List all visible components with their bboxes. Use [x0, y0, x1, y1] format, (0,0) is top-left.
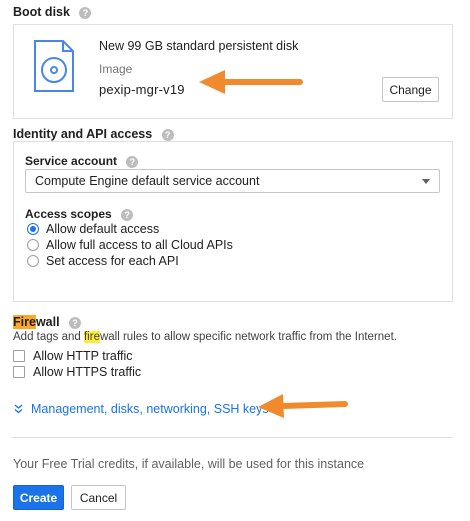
image-name: pexip-mgr-v19 [99, 82, 185, 97]
boot-disk-title: Boot disk [13, 5, 70, 19]
boot-disk-heading: Boot disk ? [13, 5, 92, 19]
scope-option-default[interactable]: Allow default access [27, 222, 159, 236]
cancel-button[interactable]: Cancel [71, 485, 126, 510]
scope-option-label: Allow default access [46, 222, 160, 236]
service-account-value: Compute Engine default service account [35, 174, 260, 188]
change-button[interactable]: Change [382, 77, 439, 102]
allow-http-option[interactable]: Allow HTTP traffic [13, 349, 133, 363]
service-account-heading: Service account ? [25, 154, 139, 168]
firewall-desc-text: Add tags and [13, 331, 84, 343]
help-icon[interactable]: ? [126, 155, 139, 168]
scope-option-label: Set access for each API [46, 254, 179, 268]
allow-https-option[interactable]: Allow HTTPS traffic [13, 365, 141, 379]
radio-button[interactable] [27, 239, 39, 251]
help-icon[interactable]: ? [69, 316, 82, 329]
help-icon[interactable]: ? [79, 6, 92, 19]
disk-icon [34, 40, 74, 92]
service-account-select[interactable]: Compute Engine default service account [25, 169, 440, 193]
arrow-icon [258, 394, 348, 418]
firewall-title-rest: wall [35, 315, 60, 329]
help-icon[interactable]: ? [121, 208, 134, 221]
scope-option-each[interactable]: Set access for each API [27, 254, 179, 268]
scope-option-label: Allow full access to all Cloud APIs [46, 238, 233, 252]
identity-heading: Identity and API access ? [13, 127, 174, 141]
divider [12, 437, 453, 438]
create-button[interactable]: Create [13, 485, 64, 510]
allow-https-label: Allow HTTPS traffic [33, 365, 142, 379]
management-link-label: Management, disks, networking, SSH keys [31, 402, 269, 416]
firewall-heading: Firewall ? [13, 315, 82, 329]
identity-panel: Service account ? Compute Engine default… [13, 141, 453, 302]
firewall-desc-text: wall rules to allow specific network tra… [99, 331, 397, 343]
radio-button[interactable] [27, 223, 39, 235]
service-account-label: Service account [25, 154, 118, 168]
radio-button[interactable] [27, 255, 39, 267]
management-link[interactable]: Management, disks, networking, SSH keys [14, 402, 269, 416]
firewall-desc-highlight: fire [83, 331, 100, 343]
firewall-title-highlight: Fire [13, 315, 36, 329]
checkbox[interactable] [13, 366, 25, 378]
allow-http-label: Allow HTTP traffic [33, 349, 133, 363]
disk-description: New 99 GB standard persistent disk [99, 39, 299, 53]
scope-option-full[interactable]: Allow full access to all Cloud APIs [27, 238, 233, 252]
image-label: Image [99, 62, 133, 76]
arrow-icon [199, 70, 303, 94]
double-chevron-down-icon [14, 404, 23, 414]
trial-notice: Your Free Trial credits, if available, w… [13, 457, 365, 471]
checkbox[interactable] [13, 350, 25, 362]
access-scopes-heading: Access scopes ? [25, 207, 134, 221]
access-scopes-label: Access scopes [25, 207, 112, 221]
help-icon[interactable]: ? [161, 128, 174, 141]
identity-title: Identity and API access [13, 127, 153, 141]
firewall-description: Add tags and firewall rules to allow spe… [13, 331, 397, 343]
chevron-down-icon [422, 179, 430, 184]
